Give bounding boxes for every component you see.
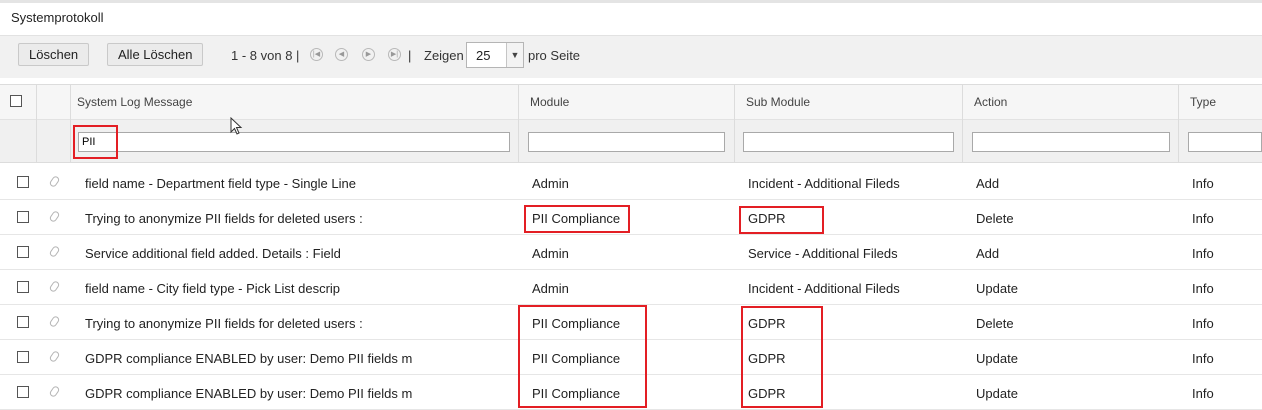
row-checkbox[interactable] (17, 351, 29, 363)
column-header-action[interactable]: Action (974, 95, 1007, 109)
column-header-type[interactable]: Type (1190, 95, 1216, 109)
next-page-icon[interactable]: ▶ (362, 48, 375, 61)
row-action: Add (976, 246, 1000, 261)
top-border (0, 0, 1262, 3)
paperclip-icon[interactable] (48, 279, 61, 294)
paperclip-icon[interactable] (48, 209, 61, 224)
per-page-suffix: pro Seite (528, 48, 581, 63)
highlight-box (739, 206, 824, 234)
row-checkbox[interactable] (17, 281, 29, 293)
show-label: Zeigen (424, 48, 464, 63)
row-type: Info (1192, 386, 1214, 401)
row-action: Delete (976, 316, 1014, 331)
filter-action-input[interactable] (972, 132, 1170, 152)
paperclip-icon[interactable] (48, 174, 61, 189)
filter-message-input[interactable] (78, 132, 510, 152)
row-checkbox[interactable] (17, 246, 29, 258)
row-type: Info (1192, 176, 1214, 191)
chevron-down-icon[interactable]: ▼ (506, 43, 523, 67)
mouse-cursor-icon (230, 117, 243, 135)
row-message: Trying to anonymize PII fields for delet… (85, 211, 363, 226)
row-message: field name - Department field type - Sin… (85, 176, 356, 191)
row-message: GDPR compliance ENABLED by user: Demo PI… (85, 386, 413, 401)
row-checkbox[interactable] (17, 316, 29, 328)
column-divider (36, 84, 37, 163)
row-submodule: Incident - Additional Fileds (748, 281, 900, 296)
first-page-icon[interactable]: |◀ (310, 48, 323, 61)
row-action: Update (976, 281, 1018, 296)
paperclip-icon[interactable] (48, 349, 61, 364)
row-action: Update (976, 351, 1018, 366)
column-divider[interactable] (1178, 84, 1179, 163)
table-row[interactable]: field name - Department field type - Sin… (0, 165, 1262, 200)
table-row[interactable]: Service additional field added. Details … (0, 235, 1262, 270)
row-type: Info (1192, 211, 1214, 226)
per-page-value: 25 (476, 48, 491, 63)
highlight-box (73, 125, 118, 159)
per-page-select[interactable]: 25 ▼ (466, 42, 524, 68)
column-header-module[interactable]: Module (530, 95, 569, 109)
highlight-box (741, 306, 823, 408)
row-submodule: Incident - Additional Fileds (748, 176, 900, 191)
prev-page-icon[interactable]: ◀ (335, 48, 348, 61)
paperclip-icon[interactable] (48, 244, 61, 259)
paperclip-icon[interactable] (48, 314, 61, 329)
row-action: Add (976, 176, 1000, 191)
row-message: Service additional field added. Details … (85, 246, 341, 261)
table-row[interactable]: Trying to anonymize PII fields for delet… (0, 200, 1262, 235)
row-submodule: Service - Additional Fileds (748, 246, 898, 261)
row-checkbox[interactable] (17, 386, 29, 398)
row-type: Info (1192, 316, 1214, 331)
row-type: Info (1192, 281, 1214, 296)
column-divider (70, 84, 71, 163)
row-message: Trying to anonymize PII fields for delet… (85, 316, 363, 331)
column-divider[interactable] (962, 84, 963, 163)
row-type: Info (1192, 351, 1214, 366)
column-header-message[interactable]: System Log Message (77, 95, 192, 109)
row-message: GDPR compliance ENABLED by user: Demo PI… (85, 351, 413, 366)
pagination-range: 1 - 8 von 8 | (231, 48, 300, 63)
row-checkbox[interactable] (17, 211, 29, 223)
last-page-icon[interactable]: ▶| (388, 48, 401, 61)
filter-module-input[interactable] (528, 132, 725, 152)
column-divider[interactable] (518, 84, 519, 163)
pager-separator: | (408, 48, 412, 63)
filter-type-input[interactable] (1188, 132, 1262, 152)
delete-button[interactable]: Löschen (18, 43, 90, 66)
page-title: Systemprotokoll (11, 10, 104, 25)
delete-all-button[interactable]: Alle Löschen (107, 43, 204, 66)
row-module: Admin (532, 281, 569, 296)
highlight-box (518, 305, 647, 408)
row-module: Admin (532, 246, 569, 261)
paperclip-icon[interactable] (48, 384, 61, 399)
row-module: Admin (532, 176, 569, 191)
column-header-submodule[interactable]: Sub Module (746, 95, 810, 109)
select-all-checkbox[interactable] (10, 95, 22, 107)
filter-submodule-input[interactable] (743, 132, 954, 152)
highlight-box (524, 205, 630, 233)
table-row[interactable]: field name - City field type - Pick List… (0, 270, 1262, 305)
row-type: Info (1192, 246, 1214, 261)
row-checkbox[interactable] (17, 176, 29, 188)
row-message: field name - City field type - Pick List… (85, 281, 341, 296)
column-divider[interactable] (734, 84, 735, 163)
row-action: Update (976, 386, 1018, 401)
row-action: Delete (976, 211, 1014, 226)
